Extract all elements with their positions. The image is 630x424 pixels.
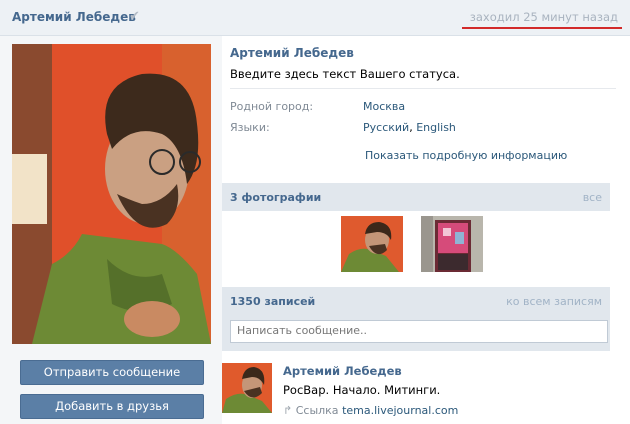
post-text: РосВар. Начало. Митинги. — [283, 383, 441, 397]
checkmark-icon: ✔ — [129, 9, 140, 24]
photos-all-link[interactable]: все — [583, 191, 602, 204]
add-friend-button[interactable]: Добавить в друзья — [20, 394, 204, 419]
city-link[interactable]: Москва — [363, 100, 405, 113]
post-link-prefix: Ссылка — [295, 404, 339, 417]
languages-label: Языки: — [230, 121, 270, 134]
post-attached-link[interactable]: ↱ Ссылка tema.livejournal.com — [283, 404, 458, 417]
divider — [230, 88, 616, 89]
last-seen-underline — [462, 27, 622, 29]
left-column: Отправить сообщение Добавить в друзья — [0, 36, 222, 424]
photos-header[interactable]: 3 фотографии все — [222, 183, 610, 211]
status-text[interactable]: Введите здесь текст Вашего статуса. — [230, 67, 460, 81]
language-english-link[interactable]: English — [416, 121, 456, 134]
wall-compose-area: Написать сообщение.. — [222, 315, 610, 351]
wall-all-link[interactable]: ко всем записям — [506, 295, 602, 308]
photo-thumbnail[interactable] — [421, 216, 483, 272]
post-author-avatar[interactable] — [222, 363, 272, 413]
language-russian-link[interactable]: Русский — [363, 121, 409, 134]
profile-header: Артемий Лебедев ✔ заходил 25 минут назад — [0, 0, 630, 36]
header-user-name[interactable]: Артемий Лебедев — [12, 10, 136, 24]
share-arrow-icon: ↱ — [283, 404, 293, 417]
wall-title[interactable]: 1350 записей — [230, 295, 315, 308]
city-label: Родной город: — [230, 100, 314, 113]
photo-thumbnail[interactable] — [341, 216, 403, 272]
show-more-info-link[interactable]: Показать подробную информацию — [365, 149, 567, 162]
profile-photo[interactable] — [12, 44, 211, 344]
post-author-name[interactable]: Артемий Лебедев — [283, 364, 402, 378]
right-column: Артемий Лебедев Введите здесь текст Ваше… — [222, 36, 630, 424]
compose-message-input[interactable]: Написать сообщение.. — [230, 320, 608, 343]
photos-title[interactable]: 3 фотографии — [230, 191, 321, 204]
send-message-button[interactable]: Отправить сообщение — [20, 360, 204, 385]
wall-header[interactable]: 1350 записей ко всем записям — [222, 287, 610, 315]
profile-name: Артемий Лебедев — [230, 46, 354, 60]
languages-value: Русский, English — [363, 121, 456, 134]
post-link-domain[interactable]: tema.livejournal.com — [342, 404, 458, 417]
last-seen-status: заходил 25 минут назад — [469, 10, 618, 24]
